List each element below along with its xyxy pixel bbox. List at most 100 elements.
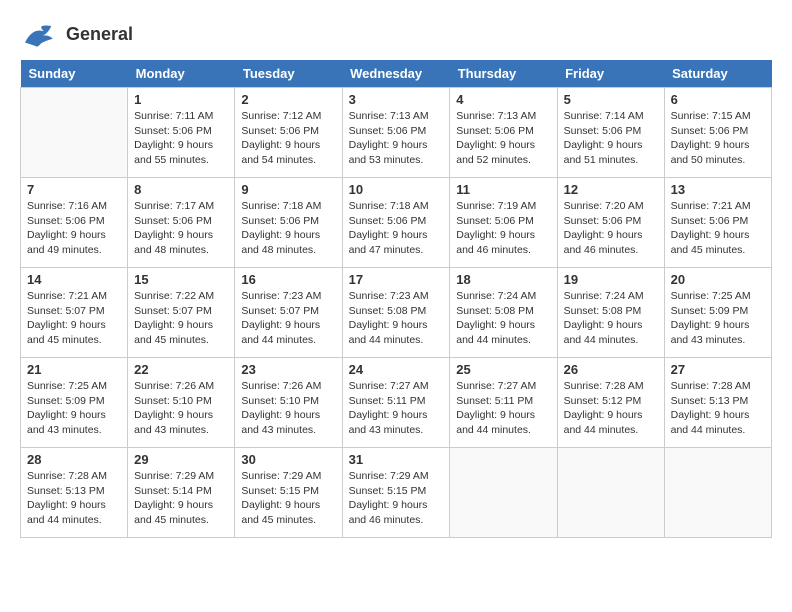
day-number: 18 bbox=[456, 272, 550, 287]
logo: General bbox=[20, 20, 133, 50]
day-header-monday: Monday bbox=[128, 60, 235, 88]
calendar-cell: 5Sunrise: 7:14 AM Sunset: 5:06 PM Daylig… bbox=[557, 88, 664, 178]
day-number: 7 bbox=[27, 182, 121, 197]
calendar-cell: 14Sunrise: 7:21 AM Sunset: 5:07 PM Dayli… bbox=[21, 268, 128, 358]
calendar-cell: 3Sunrise: 7:13 AM Sunset: 5:06 PM Daylig… bbox=[342, 88, 450, 178]
day-number: 2 bbox=[241, 92, 335, 107]
day-number: 20 bbox=[671, 272, 765, 287]
page-header: General bbox=[20, 20, 772, 50]
day-info: Sunrise: 7:27 AM Sunset: 5:11 PM Dayligh… bbox=[349, 379, 444, 438]
calendar-cell: 8 Sunrise: 7:17 AM Sunset: 5:06 PM Daylig… bbox=[128, 178, 235, 268]
day-number: 19 bbox=[564, 272, 658, 287]
day-info: Sunrise: 7:12 AM Sunset: 5:06 PM Dayligh… bbox=[241, 109, 335, 168]
day-number: 21 bbox=[27, 362, 121, 377]
calendar-cell: 28 Sunrise: 7:28 AM Sunset: 5:13 PM Dayli… bbox=[21, 448, 128, 538]
day-number: 23 bbox=[241, 362, 335, 377]
day-number: 26 bbox=[564, 362, 658, 377]
day-number: 1 bbox=[134, 92, 228, 107]
day-info: Sunrise: 7:18 AM Sunset: 5:06 PM Dayligh… bbox=[241, 199, 335, 258]
day-number: 16 bbox=[241, 272, 335, 287]
day-number: 4 bbox=[456, 92, 550, 107]
day-number: 13 bbox=[671, 182, 765, 197]
day-info: Sunrise: 7:28 AM Sunset: 5:12 PM Dayligh… bbox=[564, 379, 658, 438]
day-number: 22 bbox=[134, 362, 228, 377]
calendar-cell bbox=[450, 448, 557, 538]
day-info: Sunrise: 7:16 AM Sunset: 5:06 PM Dayligh… bbox=[27, 199, 121, 258]
calendar-header-row: SundayMondayTuesdayWednesdayThursdayFrid… bbox=[21, 60, 772, 88]
day-header-wednesday: Wednesday bbox=[342, 60, 450, 88]
day-number: 8 bbox=[134, 182, 228, 197]
day-info: Sunrise: 7:19 AM Sunset: 5:06 PM Dayligh… bbox=[456, 199, 550, 258]
day-info: Sunrise: 7:23 AM Sunset: 5:08 PM Dayligh… bbox=[349, 289, 444, 348]
calendar-cell: 7 Sunrise: 7:16 AM Sunset: 5:06 PM Daylig… bbox=[21, 178, 128, 268]
calendar-cell: 30 Sunrise: 7:29 AM Sunset: 5:15 PM Dayli… bbox=[235, 448, 342, 538]
calendar-cell: 20 Sunrise: 7:25 AM Sunset: 5:09 PM Dayli… bbox=[664, 268, 771, 358]
calendar-week-row: 28 Sunrise: 7:28 AM Sunset: 5:13 PM Dayli… bbox=[21, 448, 772, 538]
day-number: 14 bbox=[27, 272, 121, 287]
day-number: 15 bbox=[134, 272, 228, 287]
calendar-week-row: 7 Sunrise: 7:16 AM Sunset: 5:06 PM Daylig… bbox=[21, 178, 772, 268]
day-info: Sunrise: 7:29 AM Sunset: 5:14 PM Dayligh… bbox=[134, 469, 228, 528]
day-info: Sunrise: 7:22 AM Sunset: 5:07 PM Dayligh… bbox=[134, 289, 228, 348]
calendar-week-row: 14Sunrise: 7:21 AM Sunset: 5:07 PM Dayli… bbox=[21, 268, 772, 358]
day-number: 10 bbox=[349, 182, 444, 197]
day-number: 9 bbox=[241, 182, 335, 197]
day-info: Sunrise: 7:25 AM Sunset: 5:09 PM Dayligh… bbox=[671, 289, 765, 348]
day-header-sunday: Sunday bbox=[21, 60, 128, 88]
day-info: Sunrise: 7:13 AM Sunset: 5:06 PM Dayligh… bbox=[456, 109, 550, 168]
calendar-cell: 12 Sunrise: 7:20 AM Sunset: 5:06 PM Dayli… bbox=[557, 178, 664, 268]
day-number: 11 bbox=[456, 182, 550, 197]
calendar-week-row: 21 Sunrise: 7:25 AM Sunset: 5:09 PM Dayli… bbox=[21, 358, 772, 448]
day-number: 28 bbox=[27, 452, 121, 467]
day-number: 5 bbox=[564, 92, 658, 107]
day-info: Sunrise: 7:25 AM Sunset: 5:09 PM Dayligh… bbox=[27, 379, 121, 438]
day-info: Sunrise: 7:28 AM Sunset: 5:13 PM Dayligh… bbox=[27, 469, 121, 528]
day-number: 3 bbox=[349, 92, 444, 107]
day-info: Sunrise: 7:15 AM Sunset: 5:06 PM Dayligh… bbox=[671, 109, 765, 168]
calendar-cell: 24 Sunrise: 7:27 AM Sunset: 5:11 PM Dayli… bbox=[342, 358, 450, 448]
calendar-cell: 25 Sunrise: 7:27 AM Sunset: 5:11 PM Dayli… bbox=[450, 358, 557, 448]
calendar-cell: 19 Sunrise: 7:24 AM Sunset: 5:08 PM Dayli… bbox=[557, 268, 664, 358]
day-header-thursday: Thursday bbox=[450, 60, 557, 88]
day-number: 17 bbox=[349, 272, 444, 287]
day-info: Sunrise: 7:24 AM Sunset: 5:08 PM Dayligh… bbox=[456, 289, 550, 348]
day-number: 24 bbox=[349, 362, 444, 377]
day-number: 12 bbox=[564, 182, 658, 197]
calendar-cell: 2 Sunrise: 7:12 AM Sunset: 5:06 PM Daylig… bbox=[235, 88, 342, 178]
calendar-cell: 27Sunrise: 7:28 AM Sunset: 5:13 PM Dayli… bbox=[664, 358, 771, 448]
day-number: 27 bbox=[671, 362, 765, 377]
day-info: Sunrise: 7:29 AM Sunset: 5:15 PM Dayligh… bbox=[241, 469, 335, 528]
day-info: Sunrise: 7:26 AM Sunset: 5:10 PM Dayligh… bbox=[134, 379, 228, 438]
day-info: Sunrise: 7:24 AM Sunset: 5:08 PM Dayligh… bbox=[564, 289, 658, 348]
calendar-cell: 4 Sunrise: 7:13 AM Sunset: 5:06 PM Daylig… bbox=[450, 88, 557, 178]
day-header-tuesday: Tuesday bbox=[235, 60, 342, 88]
calendar-cell: 15 Sunrise: 7:22 AM Sunset: 5:07 PM Dayli… bbox=[128, 268, 235, 358]
calendar-cell: 17 Sunrise: 7:23 AM Sunset: 5:08 PM Dayli… bbox=[342, 268, 450, 358]
day-info: Sunrise: 7:11 AM Sunset: 5:06 PM Dayligh… bbox=[134, 109, 228, 168]
day-info: Sunrise: 7:17 AM Sunset: 5:06 PM Dayligh… bbox=[134, 199, 228, 258]
calendar-cell: 18 Sunrise: 7:24 AM Sunset: 5:08 PM Dayli… bbox=[450, 268, 557, 358]
day-info: Sunrise: 7:26 AM Sunset: 5:10 PM Dayligh… bbox=[241, 379, 335, 438]
logo-text: General bbox=[66, 24, 133, 46]
calendar-cell: 21 Sunrise: 7:25 AM Sunset: 5:09 PM Dayli… bbox=[21, 358, 128, 448]
calendar-cell bbox=[664, 448, 771, 538]
day-header-saturday: Saturday bbox=[664, 60, 771, 88]
calendar-cell: 6 Sunrise: 7:15 AM Sunset: 5:06 PM Daylig… bbox=[664, 88, 771, 178]
day-info: Sunrise: 7:29 AM Sunset: 5:15 PM Dayligh… bbox=[349, 469, 444, 528]
calendar-cell: 9 Sunrise: 7:18 AM Sunset: 5:06 PM Daylig… bbox=[235, 178, 342, 268]
calendar-cell: 11 Sunrise: 7:19 AM Sunset: 5:06 PM Dayli… bbox=[450, 178, 557, 268]
day-number: 25 bbox=[456, 362, 550, 377]
calendar-week-row: 1 Sunrise: 7:11 AM Sunset: 5:06 PM Daylig… bbox=[21, 88, 772, 178]
day-number: 30 bbox=[241, 452, 335, 467]
day-info: Sunrise: 7:27 AM Sunset: 5:11 PM Dayligh… bbox=[456, 379, 550, 438]
calendar-table: SundayMondayTuesdayWednesdayThursdayFrid… bbox=[20, 60, 772, 538]
calendar-cell: 23 Sunrise: 7:26 AM Sunset: 5:10 PM Dayli… bbox=[235, 358, 342, 448]
calendar-cell bbox=[21, 88, 128, 178]
calendar-cell: 10 Sunrise: 7:18 AM Sunset: 5:06 PM Dayli… bbox=[342, 178, 450, 268]
day-number: 31 bbox=[349, 452, 444, 467]
day-info: Sunrise: 7:20 AM Sunset: 5:06 PM Dayligh… bbox=[564, 199, 658, 258]
day-info: Sunrise: 7:18 AM Sunset: 5:06 PM Dayligh… bbox=[349, 199, 444, 258]
calendar-cell: 1 Sunrise: 7:11 AM Sunset: 5:06 PM Daylig… bbox=[128, 88, 235, 178]
day-number: 6 bbox=[671, 92, 765, 107]
calendar-cell: 31 Sunrise: 7:29 AM Sunset: 5:15 PM Dayli… bbox=[342, 448, 450, 538]
